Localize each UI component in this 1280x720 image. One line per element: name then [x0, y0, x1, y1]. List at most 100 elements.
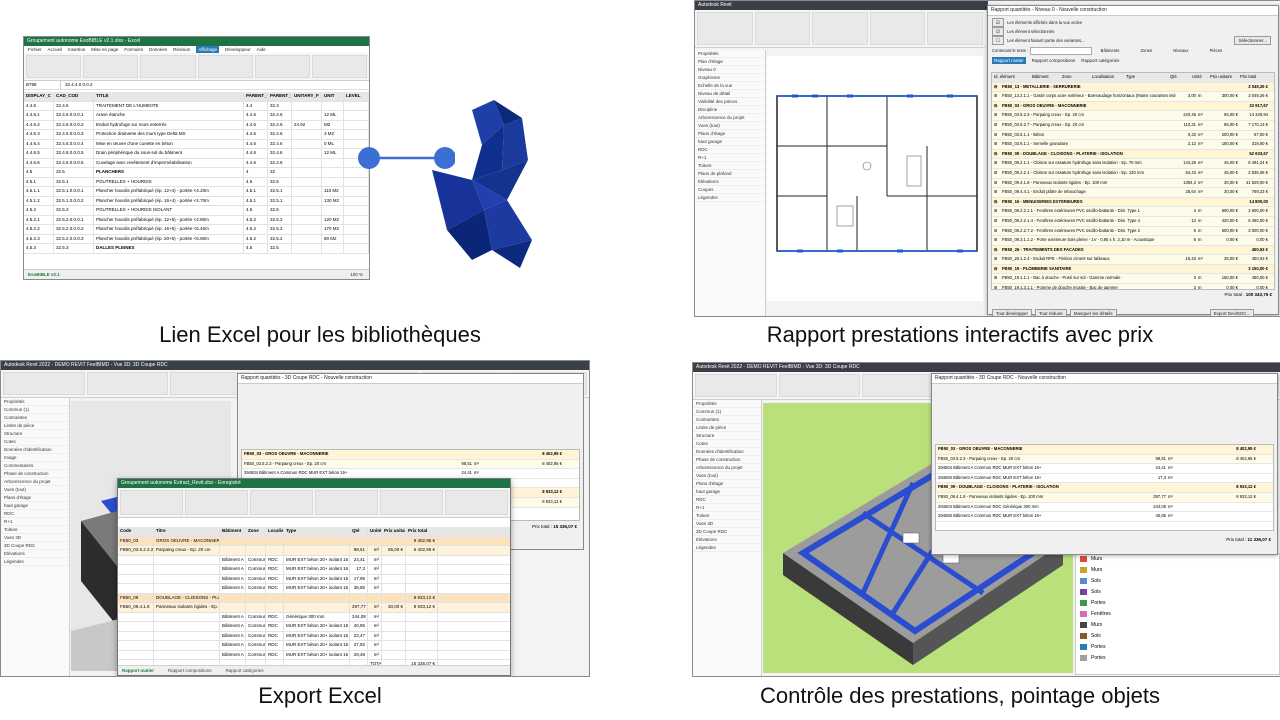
table-cell[interactable]: 27,92 [350, 641, 368, 650]
table-cell[interactable] [368, 593, 382, 602]
table-cell[interactable] [382, 650, 406, 659]
table-cell[interactable] [292, 196, 322, 205]
ribbon-tab[interactable]: Fichier [28, 46, 42, 53]
table-cell[interactable]: Protection drainante des murs type Delta… [94, 130, 244, 139]
ribbon-tab[interactable]: Mise en page [91, 46, 118, 53]
table-cell[interactable] [118, 584, 154, 593]
table-cell[interactable]: 98,51 [350, 546, 368, 555]
table-cell[interactable] [344, 206, 369, 215]
table-cell[interactable]: 4.4.6.5 [24, 149, 54, 158]
row-expander-icon[interactable]: ⊞ [992, 111, 1000, 120]
table-cell[interactable]: Générique 300 mm [284, 612, 350, 621]
table-cell[interactable]: 4.5.2.3 [24, 234, 54, 243]
table-cell[interactable] [322, 168, 344, 177]
table-cell[interactable] [154, 565, 220, 574]
table-cell[interactable] [220, 536, 246, 545]
table-cell[interactable] [406, 584, 438, 593]
row-expander-icon[interactable]: ⊟ [992, 198, 1000, 207]
table-cell[interactable]: 4.5 [244, 244, 268, 253]
table-cell[interactable]: Arase étanche [94, 111, 244, 120]
table-cell[interactable] [118, 574, 154, 583]
report-action-button[interactable]: Tout réduire [1035, 309, 1067, 316]
table-cell[interactable]: 38,85 [350, 584, 368, 593]
table-cell[interactable]: m² [368, 603, 382, 612]
table-cell[interactable]: MUR EXT béton 20+ isolant 16 [284, 555, 350, 564]
table-cell[interactable]: 4.5.1.1 [24, 187, 54, 196]
report-object-row[interactable]: 294504 Bâtiment A Commun RDC Générique 3… [936, 503, 1273, 513]
filter-check-selected[interactable]: ☑ [992, 27, 1005, 36]
table-cell[interactable] [344, 120, 369, 129]
table-cell[interactable]: Drain périphérique du sous-sol du bâtime… [94, 149, 244, 158]
table-cell[interactable]: m² [368, 584, 382, 593]
table-cell[interactable]: 32.4.6.0.0.0.4 [54, 139, 94, 148]
table-cell[interactable] [344, 225, 369, 234]
table-cell[interactable] [292, 111, 322, 120]
table-cell[interactable]: Commun [246, 574, 266, 583]
table-cell[interactable]: RDC [266, 612, 284, 621]
row-expander-icon[interactable]: ⊞ [992, 159, 1000, 168]
table-cell[interactable] [322, 206, 344, 215]
table-cell[interactable]: 32.4.6 [268, 158, 292, 167]
table-cell[interactable] [322, 158, 344, 167]
table-cell[interactable] [382, 641, 406, 650]
table-cell[interactable]: 4.5.2 [244, 234, 268, 243]
table-cell[interactable] [292, 149, 322, 158]
table-cell[interactable] [266, 593, 284, 602]
table-cell[interactable] [118, 641, 154, 650]
report-object-row[interactable]: 294593 Bâtiment A Commun RDC MUR EXT bét… [936, 512, 1273, 522]
table-cell[interactable]: 32.4.6.0.0.0.1 [54, 111, 94, 120]
table-cell[interactable] [284, 603, 350, 612]
table-cell[interactable] [154, 584, 220, 593]
table-cell[interactable] [406, 650, 438, 659]
table-cell[interactable]: m² [368, 650, 382, 659]
table-cell[interactable] [344, 111, 369, 120]
table-cell[interactable]: 32.4.6.0.0.0.3 [54, 130, 94, 139]
table-cell[interactable] [368, 536, 382, 545]
table-cell[interactable] [382, 555, 406, 564]
table-cell[interactable]: Bâtiment A [220, 574, 246, 583]
table-cell[interactable]: 4.5 [24, 168, 54, 177]
table-cell[interactable] [292, 187, 322, 196]
table-cell[interactable]: m² [368, 555, 382, 564]
table-cell[interactable]: 32.4.6 [54, 101, 94, 110]
table-cell[interactable]: 32.4.6 [268, 130, 292, 139]
report-item-row[interactable]: ⊞ FB50_03.6.1.1 - Semelle granulaire 2,12 m… [992, 140, 1274, 150]
table-cell[interactable]: 120 M2 [322, 215, 344, 224]
table-cell[interactable]: 8 933,12 € [406, 603, 438, 612]
report-item-row[interactable]: ⊞ FB50_08.3.1.1.2 - Porte extérieure bois… [992, 236, 1274, 246]
row-expander-icon[interactable]: ⊞ [992, 255, 1000, 264]
column-header[interactable]: UNITARY_F [292, 92, 322, 101]
column-header[interactable]: TITLE [94, 92, 244, 101]
table-cell[interactable]: 4.4.6.6 [24, 158, 54, 167]
column-header[interactable]: Zone [246, 527, 266, 536]
table-cell[interactable] [292, 130, 322, 139]
column-header[interactable]: Titre [154, 527, 220, 536]
table-cell[interactable]: RDC [266, 555, 284, 564]
table-cell[interactable] [322, 177, 344, 186]
table-cell[interactable] [118, 650, 154, 659]
table-cell[interactable]: Bâtiment A [220, 631, 246, 640]
row-expander-icon[interactable]: ⊞ [992, 207, 1000, 216]
table-cell[interactable]: 4.4 [244, 101, 268, 110]
report-column-header[interactable]: Unité [1190, 73, 1208, 82]
report-tab[interactable]: Rapport catégories [1081, 57, 1119, 64]
table-cell[interactable] [382, 631, 406, 640]
filter-check-active-view[interactable]: ☑ [992, 18, 1005, 27]
table-cell[interactable]: GROS OEUVRE - MACONNERIE [154, 536, 220, 545]
row-expander-icon[interactable]: ⊞ [992, 169, 1000, 178]
table-cell[interactable]: 4.4.6 [244, 139, 268, 148]
table-cell[interactable] [220, 603, 246, 612]
table-cell[interactable] [154, 622, 220, 631]
table-cell[interactable] [292, 101, 322, 110]
column-header[interactable]: DISPLAY_C [24, 92, 54, 101]
report-group-row[interactable]: FB50_03 - GROS OEUVRE - MACONNERIE 8 402,… [936, 445, 1273, 455]
table-cell[interactable]: POUTRELLES + HOURDIS [94, 177, 244, 186]
table-cell[interactable]: m² [368, 565, 382, 574]
table-cell[interactable]: 110 M2 [322, 187, 344, 196]
sheet-tab[interactable]: Rapport matier [122, 668, 154, 673]
table-cell[interactable]: 4.4.6.3 [24, 130, 54, 139]
table-cell[interactable]: Commun [246, 622, 266, 631]
table-cell[interactable] [382, 536, 406, 545]
table-cell[interactable]: 297,77 [350, 603, 368, 612]
table-cell[interactable]: m² [368, 612, 382, 621]
